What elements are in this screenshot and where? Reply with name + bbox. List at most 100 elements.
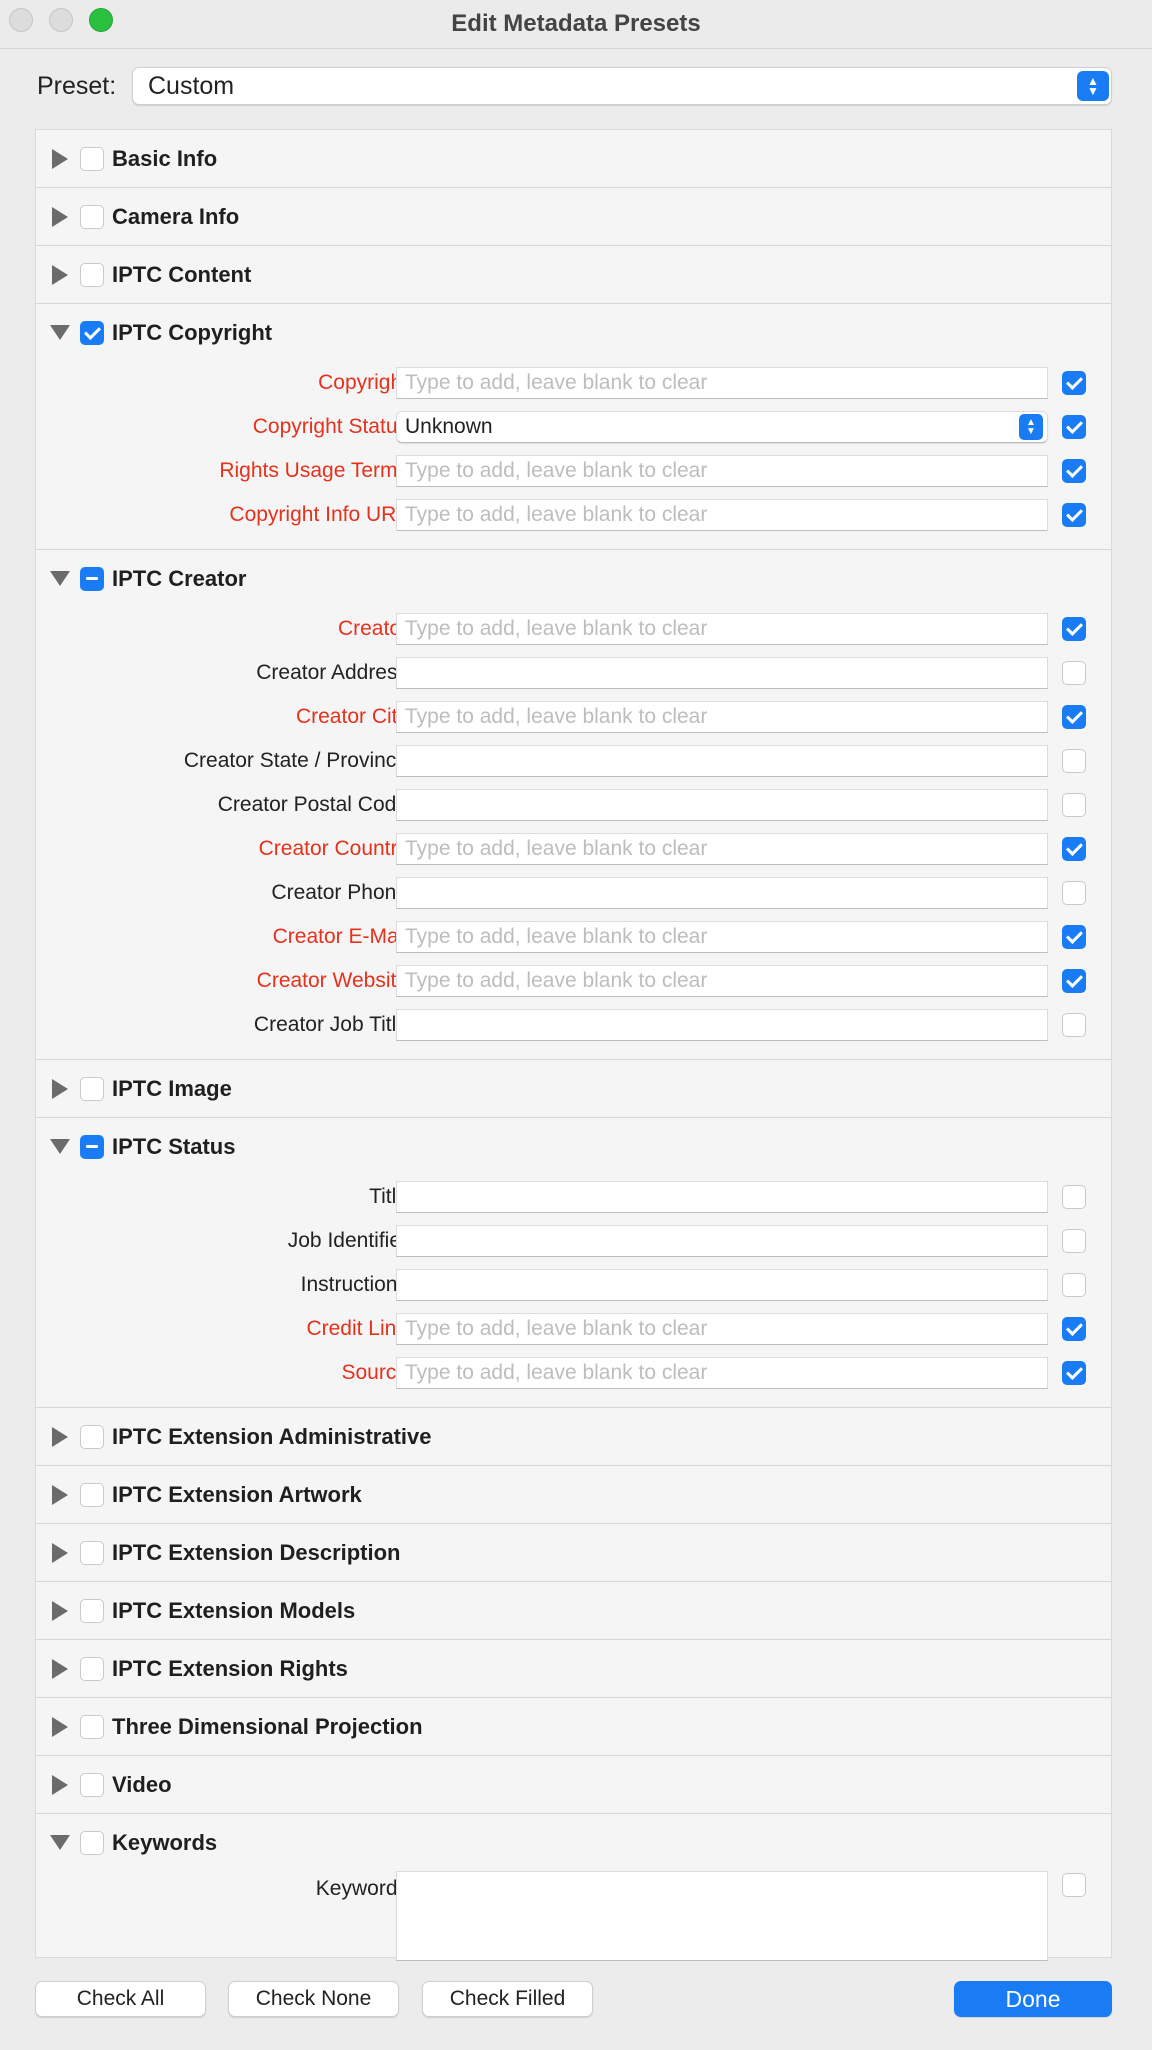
section-title: IPTC Content (112, 261, 252, 287)
section-header[interactable]: Camera Info (36, 188, 1111, 245)
field-include-checkbox[interactable] (1062, 415, 1086, 439)
section-header[interactable]: IPTC Extension Rights (36, 1640, 1111, 1697)
section-checkbox[interactable] (80, 1540, 104, 1565)
creator-address-field[interactable] (396, 657, 1048, 689)
field-row-instructions: Instructions (36, 1263, 1111, 1307)
section-checkbox[interactable] (80, 1714, 104, 1739)
disclosure-triangle-right-icon[interactable] (52, 1774, 68, 1795)
creator-postal-code-field[interactable] (396, 789, 1048, 821)
section-checkbox[interactable] (80, 1482, 104, 1507)
field-row-creator-country: Creator Country (36, 827, 1111, 871)
copyright-field[interactable] (396, 367, 1048, 399)
done-button[interactable]: Done (954, 1981, 1112, 2017)
creator-state-province-field[interactable] (396, 745, 1048, 777)
disclosure-triangle-right-icon[interactable] (52, 1078, 68, 1099)
check-none-button[interactable]: Check None (228, 1981, 399, 2017)
field-include-checkbox[interactable] (1062, 1273, 1086, 1297)
creator-job-title-field[interactable] (396, 1009, 1048, 1041)
creator-field[interactable] (396, 613, 1048, 645)
creator-e-mail-field[interactable] (396, 921, 1048, 953)
field-include-checkbox[interactable] (1062, 969, 1086, 993)
credit-line-field[interactable] (396, 1313, 1048, 1345)
section-checkbox[interactable] (80, 1134, 104, 1159)
job-identifier-field[interactable] (396, 1225, 1048, 1257)
field-include-checkbox[interactable] (1062, 793, 1086, 817)
field-include-checkbox[interactable] (1062, 1229, 1086, 1253)
disclosure-triangle-right-icon[interactable] (52, 1716, 68, 1737)
section-title: IPTC Extension Administrative (112, 1423, 432, 1449)
field-include-checkbox[interactable] (1062, 1317, 1086, 1341)
disclosure-triangle-right-icon[interactable] (52, 1484, 68, 1505)
field-include-checkbox[interactable] (1062, 1873, 1086, 1897)
section-header[interactable]: IPTC Status (36, 1118, 1111, 1175)
section-checkbox[interactable] (80, 146, 104, 171)
section-checkbox[interactable] (80, 204, 104, 229)
disclosure-triangle-right-icon[interactable] (52, 1600, 68, 1621)
section-header[interactable]: IPTC Image (36, 1060, 1111, 1117)
section-checkbox[interactable] (80, 1830, 104, 1855)
field-include-checkbox[interactable] (1062, 661, 1086, 685)
bottom-bar: Check All Check None Check Filled Done (35, 1981, 1112, 2019)
rights-usage-terms-field[interactable] (396, 455, 1048, 487)
disclosure-triangle-right-icon[interactable] (52, 1542, 68, 1563)
disclosure-triangle-right-icon[interactable] (52, 1658, 68, 1679)
section-checkbox[interactable] (80, 1076, 104, 1101)
keywords-textarea[interactable] (396, 1871, 1048, 1961)
section-header[interactable]: Basic Info (36, 130, 1111, 187)
section-checkbox[interactable] (80, 1656, 104, 1681)
field-include-checkbox[interactable] (1062, 503, 1086, 527)
section-header[interactable]: IPTC Creator (36, 550, 1111, 607)
disclosure-triangle-right-icon[interactable] (52, 1426, 68, 1447)
section-checkbox[interactable] (80, 320, 104, 345)
creator-website-field[interactable] (396, 965, 1048, 997)
zoom-window-button[interactable] (89, 8, 113, 32)
section-checkbox[interactable] (80, 1598, 104, 1623)
preset-select[interactable]: Custom ▲ ▼ (132, 67, 1112, 105)
section-header[interactable]: IPTC Content (36, 246, 1111, 303)
field-include-checkbox[interactable] (1062, 1185, 1086, 1209)
section-header[interactable]: IPTC Extension Models (36, 1582, 1111, 1639)
section-checkbox[interactable] (80, 1772, 104, 1797)
section-keywords: Keywords Keywords (36, 1814, 1111, 1993)
copyright-info-url-field[interactable] (396, 499, 1048, 531)
field-include-checkbox[interactable] (1062, 1013, 1086, 1037)
field-include-checkbox[interactable] (1062, 1361, 1086, 1385)
creator-city-field[interactable] (396, 701, 1048, 733)
minimize-window-button[interactable] (49, 8, 73, 32)
copyright-status-select[interactable]: Unknown ▲ ▼ (396, 411, 1048, 443)
section-header[interactable]: IPTC Copyright (36, 304, 1111, 361)
check-all-button[interactable]: Check All (35, 1981, 206, 2017)
disclosure-triangle-down-icon[interactable] (50, 1139, 70, 1154)
creator-country-field[interactable] (396, 833, 1048, 865)
section-checkbox[interactable] (80, 1424, 104, 1449)
section-header[interactable]: IPTC Extension Artwork (36, 1466, 1111, 1523)
disclosure-triangle-right-icon[interactable] (52, 148, 68, 169)
field-include-checkbox[interactable] (1062, 837, 1086, 861)
disclosure-triangle-right-icon[interactable] (52, 264, 68, 285)
section-header[interactable]: Video (36, 1756, 1111, 1813)
section-header[interactable]: Keywords (36, 1814, 1111, 1871)
field-include-checkbox[interactable] (1062, 371, 1086, 395)
section-checkbox[interactable] (80, 566, 104, 591)
creator-phone-field[interactable] (396, 877, 1048, 909)
title-field[interactable] (396, 1181, 1048, 1213)
field-include-checkbox[interactable] (1062, 749, 1086, 773)
preset-value: Custom (148, 71, 235, 100)
disclosure-triangle-down-icon[interactable] (50, 1835, 70, 1850)
field-include-checkbox[interactable] (1062, 925, 1086, 949)
section-checkbox[interactable] (80, 262, 104, 287)
field-include-checkbox[interactable] (1062, 881, 1086, 905)
field-include-checkbox[interactable] (1062, 705, 1086, 729)
disclosure-triangle-right-icon[interactable] (52, 206, 68, 227)
close-window-button[interactable] (9, 8, 33, 32)
check-filled-button[interactable]: Check Filled (422, 1981, 593, 2017)
field-include-checkbox[interactable] (1062, 459, 1086, 483)
section-header[interactable]: Three Dimensional Projection (36, 1698, 1111, 1755)
field-include-checkbox[interactable] (1062, 617, 1086, 641)
instructions-field[interactable] (396, 1269, 1048, 1301)
disclosure-triangle-down-icon[interactable] (50, 325, 70, 340)
disclosure-triangle-down-icon[interactable] (50, 571, 70, 586)
section-header[interactable]: IPTC Extension Description (36, 1524, 1111, 1581)
source-field[interactable] (396, 1357, 1048, 1389)
section-header[interactable]: IPTC Extension Administrative (36, 1408, 1111, 1465)
